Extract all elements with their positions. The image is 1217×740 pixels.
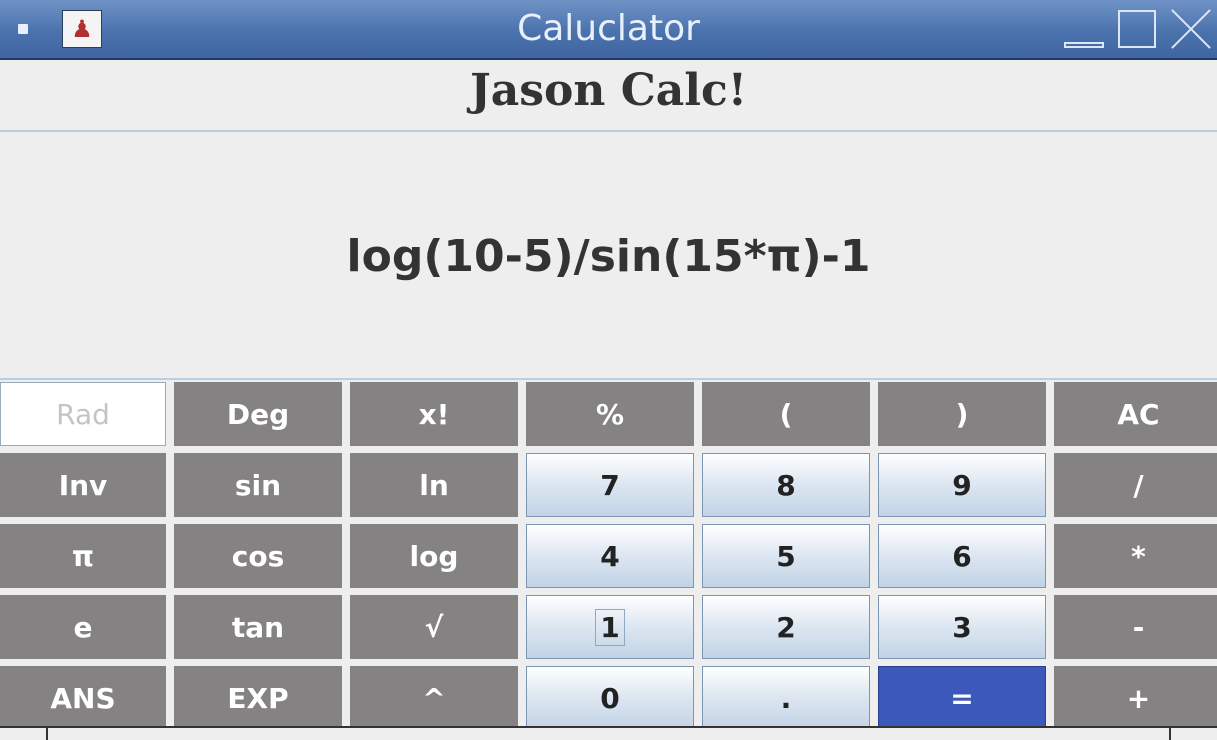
pi-button[interactable]: π bbox=[0, 524, 166, 588]
window-title: Caluclator bbox=[517, 8, 700, 49]
app-heading: Jason Calc! bbox=[0, 60, 1217, 132]
percent-button[interactable]: % bbox=[526, 382, 694, 446]
window-bottom-edge bbox=[0, 726, 1217, 740]
answer-button[interactable]: ANS bbox=[0, 666, 166, 730]
equals-button[interactable]: = bbox=[878, 666, 1046, 730]
decimal-button[interactable]: . bbox=[702, 666, 870, 730]
euler-button[interactable]: e bbox=[0, 595, 166, 659]
tan-button[interactable]: tan bbox=[174, 595, 342, 659]
sin-button[interactable]: sin bbox=[174, 453, 342, 517]
digit-0-button[interactable]: 0 bbox=[526, 666, 694, 730]
digit-7-button[interactable]: 7 bbox=[526, 453, 694, 517]
rad-button[interactable]: Rad bbox=[0, 382, 166, 446]
divide-button[interactable]: / bbox=[1054, 453, 1217, 517]
digit-6-button[interactable]: 6 bbox=[878, 524, 1046, 588]
sqrt-button[interactable]: √ bbox=[350, 595, 518, 659]
digit-9-button[interactable]: 9 bbox=[878, 453, 1046, 517]
expression-display: log(10-5)/sin(15*π)-1 bbox=[0, 134, 1217, 380]
ln-button[interactable]: ln bbox=[350, 453, 518, 517]
digit-4-button[interactable]: 4 bbox=[526, 524, 694, 588]
minimize-icon[interactable] bbox=[1062, 6, 1106, 50]
log-button[interactable]: log bbox=[350, 524, 518, 588]
cos-button[interactable]: cos bbox=[174, 524, 342, 588]
multiply-button[interactable]: * bbox=[1054, 524, 1217, 588]
power-button[interactable]: ^ bbox=[350, 666, 518, 730]
title-bar[interactable]: ♟ Caluclator bbox=[0, 0, 1217, 60]
digit-1-label: 1 bbox=[595, 608, 625, 646]
app-icon: ♟ bbox=[62, 10, 102, 48]
add-button[interactable]: + bbox=[1054, 666, 1217, 730]
edge-tick bbox=[1169, 728, 1171, 740]
all-clear-button[interactable]: AC bbox=[1054, 382, 1217, 446]
maximize-icon[interactable] bbox=[1116, 6, 1160, 50]
factorial-button[interactable]: x! bbox=[350, 382, 518, 446]
digit-8-button[interactable]: 8 bbox=[702, 453, 870, 517]
open-paren-button[interactable]: ( bbox=[702, 382, 870, 446]
window-menu-icon[interactable] bbox=[18, 24, 28, 34]
close-icon[interactable] bbox=[1170, 6, 1214, 50]
inverse-button[interactable]: Inv bbox=[0, 453, 166, 517]
keypad: Rad Deg x! % ( ) AC Inv sin ln 7 8 9 / π… bbox=[0, 382, 1217, 730]
edge-tick bbox=[46, 728, 48, 740]
digit-3-button[interactable]: 3 bbox=[878, 595, 1046, 659]
subtract-button[interactable]: - bbox=[1054, 595, 1217, 659]
digit-5-button[interactable]: 5 bbox=[702, 524, 870, 588]
deg-button[interactable]: Deg bbox=[174, 382, 342, 446]
exp-button[interactable]: EXP bbox=[174, 666, 342, 730]
close-paren-button[interactable]: ) bbox=[878, 382, 1046, 446]
digit-1-button[interactable]: 1 bbox=[526, 595, 694, 659]
digit-2-button[interactable]: 2 bbox=[702, 595, 870, 659]
